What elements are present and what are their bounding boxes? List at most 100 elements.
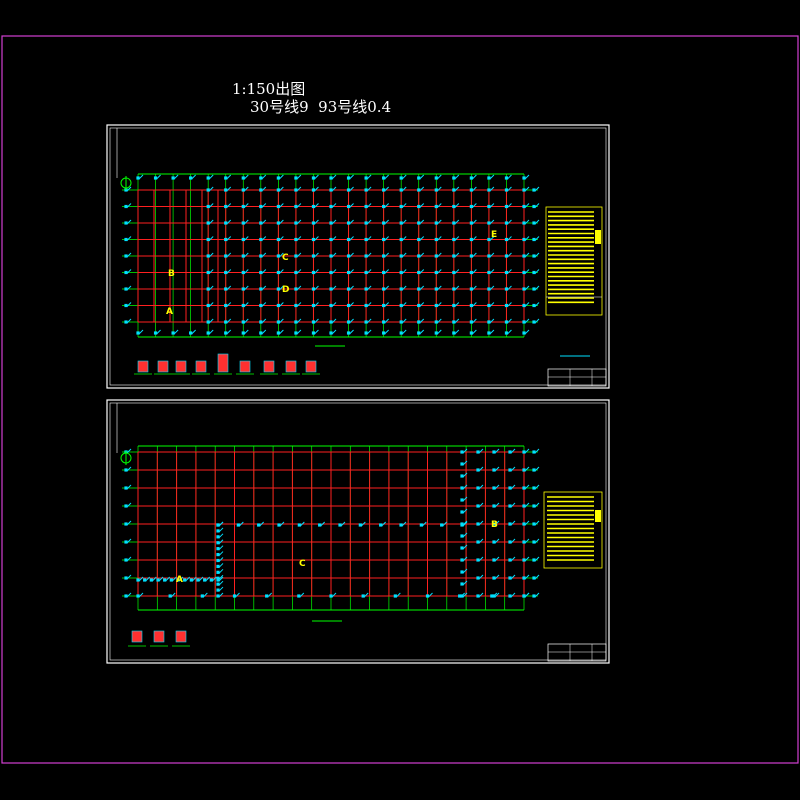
column-mark [200, 594, 204, 598]
column-mark [460, 570, 464, 574]
column-mark [216, 578, 220, 582]
column-mark [492, 594, 496, 598]
column-mark [124, 254, 128, 258]
column-mark [460, 534, 464, 538]
detail-section [305, 360, 317, 373]
column-mark [124, 221, 128, 225]
column-mark [476, 522, 480, 526]
column-mark [124, 270, 128, 275]
column-mark [492, 558, 496, 562]
column-mark [189, 578, 193, 582]
zone-label-a-top: A [166, 307, 173, 317]
column-mark [508, 558, 512, 562]
column-mark [492, 540, 496, 544]
column-mark [419, 523, 423, 527]
column-mark [203, 578, 207, 582]
column-mark [124, 576, 128, 580]
column-mark [124, 468, 128, 472]
column-mark [216, 588, 220, 592]
column-mark [460, 522, 464, 526]
detail-section [217, 353, 229, 373]
column-mark [508, 522, 512, 526]
column-mark [358, 523, 362, 527]
column-mark [216, 570, 220, 574]
column-mark [124, 504, 128, 508]
table-highlight [595, 510, 601, 522]
column-mark [329, 594, 333, 598]
column-mark [143, 578, 147, 582]
detail-section [239, 360, 251, 373]
column-mark [136, 578, 140, 582]
detail-section [263, 360, 275, 373]
column-mark [265, 594, 269, 598]
column-mark [216, 541, 220, 545]
column-mark [338, 523, 342, 527]
column-mark [508, 594, 512, 598]
column-mark [124, 558, 128, 562]
column-mark [124, 594, 128, 598]
column-mark [124, 320, 128, 324]
zone-label-b-top: B [168, 269, 175, 279]
column-mark [136, 594, 140, 598]
column-mark [508, 540, 512, 544]
column-mark [196, 578, 200, 582]
column-mark [297, 594, 301, 598]
column-mark [361, 594, 365, 598]
column-mark [216, 594, 220, 598]
detail-section [285, 360, 297, 373]
detail-section [137, 360, 149, 373]
column-mark [124, 287, 128, 291]
column-mark [216, 523, 220, 527]
zone-label-d-top: D [282, 285, 289, 295]
zone-label-e-top: E [491, 230, 497, 240]
drawing-scale-note: 1:150出图 [232, 80, 306, 98]
column-mark [124, 522, 128, 526]
cad-drawing-canvas: B A C D E A C B [0, 0, 800, 800]
column-mark [124, 540, 128, 544]
column-mark [124, 237, 128, 242]
column-mark [277, 523, 281, 527]
column-mark [257, 523, 261, 527]
detail-section [175, 360, 187, 373]
column-mark [460, 546, 464, 550]
column-mark [458, 594, 462, 598]
column-mark [318, 523, 322, 527]
drawing-pen-note: 30号线9 93号线0.4 [250, 98, 392, 116]
column-mark [124, 303, 128, 308]
column-mark [156, 578, 160, 582]
detail-section [153, 630, 165, 643]
column-mark [236, 523, 240, 527]
detail-section [157, 360, 169, 373]
column-mark [393, 594, 397, 598]
zone-label-c-top: C [282, 253, 289, 263]
column-mark [460, 558, 464, 562]
table-highlight [595, 230, 601, 244]
column-mark [216, 535, 220, 539]
column-mark [379, 523, 383, 527]
column-mark [169, 578, 173, 582]
column-mark [508, 576, 512, 580]
column-mark [124, 486, 128, 490]
detail-section [175, 630, 187, 643]
column-mark [440, 523, 444, 527]
zone-label-c-bottom: C [299, 559, 306, 569]
detail-section [131, 630, 143, 643]
detail-section [195, 360, 207, 373]
column-mark [163, 578, 167, 582]
column-mark [476, 576, 480, 580]
column-mark [297, 523, 301, 527]
column-mark [399, 523, 403, 527]
column-mark [460, 582, 464, 586]
column-mark [168, 594, 172, 598]
column-mark [216, 552, 220, 557]
column-mark [476, 558, 480, 562]
zone-label-b-bottom: B [491, 520, 498, 530]
column-mark [492, 576, 496, 580]
column-mark [183, 578, 187, 582]
column-mark [209, 578, 213, 582]
column-mark [216, 558, 220, 563]
zone-label-a-bottom: A [176, 575, 183, 585]
column-mark [232, 594, 237, 598]
column-mark [149, 578, 153, 582]
column-mark [476, 540, 480, 544]
